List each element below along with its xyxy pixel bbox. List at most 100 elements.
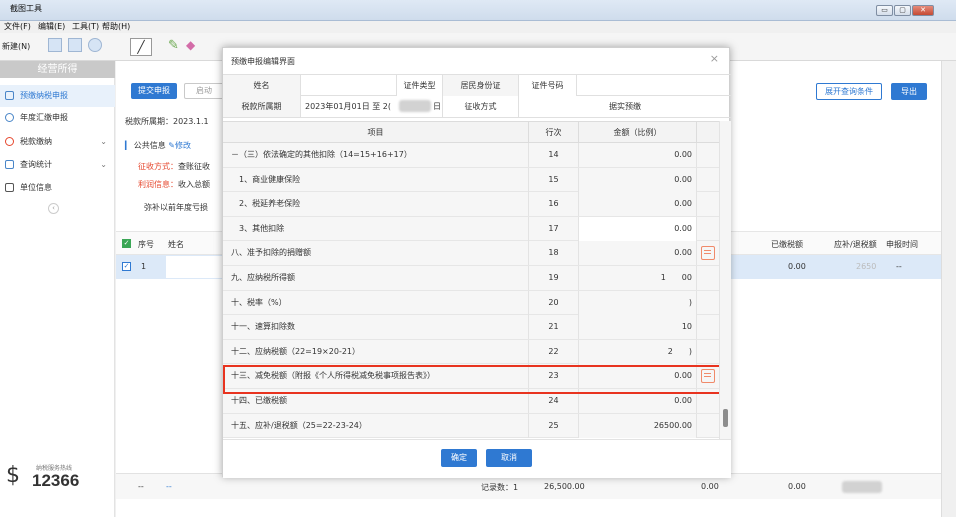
col-name: 姓名 [168, 240, 184, 249]
row-checkbox[interactable]: ✓ [122, 262, 131, 271]
info-row-1: 姓名 证件类型 居民身份证 证件号码 [223, 74, 731, 96]
maximize-button[interactable]: ▢ [894, 5, 911, 16]
table-row[interactable]: －（三）依法确定的其他扣除（14=15+16+17） 14 0.00 [223, 143, 719, 168]
submit-button[interactable]: 提交申报 [131, 83, 177, 99]
table-row[interactable]: 十一、速算扣除数 21 10 [223, 315, 719, 340]
save-icon[interactable] [48, 38, 62, 56]
hotline-number: 12366 [32, 471, 80, 490]
collapse-sidebar-button[interactable]: ‹ [48, 203, 59, 214]
sidebar-item-prepay[interactable]: 预缴纳税申报 [0, 85, 115, 107]
sidebar-item-annual[interactable]: 年度汇缴申报 [0, 107, 115, 129]
sidebar-header: 经营所得 [0, 61, 115, 78]
period-label: 税款所属期 [223, 96, 301, 117]
table-row[interactable]: 1、商业健康保险 15 0.00 [223, 167, 719, 193]
window-title: 截图工具 [10, 4, 42, 13]
table-row[interactable]: 八、准予扣除的捐赠额 18 0.00 [223, 241, 719, 266]
chevron-down-icon: ⌄ [100, 137, 107, 146]
select-all-checkbox[interactable]: ✓ [122, 239, 131, 248]
profit-info: 利润信息：收入总额 [138, 179, 210, 190]
foot-c2: -- [166, 482, 172, 491]
row-item: 1、商业健康保险 [223, 167, 529, 192]
row-action [697, 217, 719, 241]
sidebar-item-label: 单位信息 [20, 183, 52, 192]
scroll-thumb[interactable] [723, 409, 728, 427]
foot-zero1: 0.00 [701, 482, 719, 491]
menu-file[interactable]: 文件(F) [4, 21, 31, 32]
info-row-2: 税款所属期 2023年01月01日 至 2(日 征收方式 据实预缴 [223, 96, 731, 118]
row-action [697, 315, 719, 339]
dialog-title: 预缴申报编辑界面 [231, 57, 295, 66]
eraser-icon[interactable]: ◆ [186, 38, 195, 56]
name-value [301, 75, 397, 96]
row-amount: ) [579, 290, 697, 315]
ok-button[interactable]: 确定 [441, 449, 477, 467]
period-text: 税款所属期：2023.1.1 [125, 117, 209, 126]
main-scrollbar[interactable] [941, 61, 956, 517]
edit-report-icon[interactable] [701, 246, 715, 261]
sidebar-item-label: 税款缴纳 [20, 137, 52, 146]
edit-label: 修改 [174, 141, 191, 150]
menu-tools[interactable]: 工具(T) [72, 21, 99, 32]
sidebar: 经营所得 预缴纳税申报 年度汇缴申报 税款缴纳 ⌄ 查询统计 ⌄ 单位信息 ‹ $ … [0, 61, 115, 517]
minimize-button[interactable]: ▭ [876, 5, 893, 16]
sidebar-item-payment[interactable]: 税款缴纳 ⌄ [0, 131, 115, 153]
collect-prefix: 征收方式： [138, 162, 178, 171]
dialog-scrollbar[interactable] [719, 121, 731, 439]
stats-icon [5, 160, 14, 169]
row-time: -- [896, 262, 902, 271]
period-value: 2023年01月01日 至 2(日 [301, 96, 443, 117]
row-action [697, 192, 719, 216]
menu-help[interactable]: 帮助(H) [102, 21, 130, 32]
document-icon [5, 91, 14, 100]
row-due: 2650 [856, 262, 877, 271]
dialog-footer: 确定 取消 [223, 439, 731, 478]
building-icon [5, 183, 14, 192]
start-button[interactable]: 启动 [184, 83, 224, 99]
collect-method: 征收方式：查账征收 [138, 161, 210, 172]
row-item: 十二、应纳税额（22=19×20-21） [223, 339, 529, 364]
delay-icon[interactable] [88, 38, 102, 56]
highlight-box [223, 365, 726, 394]
menu-bar: 文件(F) 编辑(E) 工具(T) 帮助(H) [0, 21, 956, 32]
sidebar-item-label: 年度汇缴申报 [20, 113, 68, 122]
close-button[interactable]: ✕ [912, 5, 934, 16]
row-name-cell[interactable] [166, 256, 226, 278]
hotline: $ 纳税服务热线 12366 [6, 461, 106, 491]
row-item: 2、税延养老保险 [223, 192, 529, 217]
row-item: 3、其他扣除 [223, 216, 529, 241]
copy-icon[interactable] [68, 38, 82, 56]
profit-value: 收入总额 [178, 180, 210, 189]
table-row[interactable]: 2、税延养老保险 16 0.00 [223, 192, 719, 217]
row-amount[interactable]: 0.00 [579, 216, 697, 241]
public-info: ▎ 公共信息 ✎修改 [125, 141, 191, 150]
col-seq: 序号 [138, 240, 154, 249]
table-row[interactable]: 十、税率（%） 20) [223, 290, 719, 316]
hotline-logo-icon: $ [6, 463, 20, 488]
loss-text: 弥补以前年度亏损 [144, 203, 208, 212]
edit-link[interactable]: ✎修改 [168, 141, 191, 150]
highlighter-icon[interactable]: ✎ [168, 38, 179, 56]
row-line-no: 16 [529, 192, 579, 217]
table-row[interactable]: 十五、应补/退税额（25=22-23-24） 25 26500.00 [223, 413, 719, 439]
col-time: 申报时间 [886, 240, 918, 249]
new-button[interactable]: 新建(N) [2, 38, 44, 56]
sidebar-item-query[interactable]: 查询统计 ⌄ [0, 154, 115, 176]
new-label: 新建(N) [2, 42, 31, 51]
row-action [697, 414, 719, 438]
row-paid: 0.00 [788, 262, 806, 271]
pen-icon[interactable]: ╱ [130, 38, 152, 56]
table-row[interactable]: 3、其他扣除 17 0.00 [223, 216, 719, 242]
expand-query-button[interactable]: 展开查询条件 [816, 83, 882, 100]
row-line-no: 15 [529, 167, 579, 192]
payment-icon [5, 137, 14, 146]
export-button[interactable]: 导出 [891, 83, 927, 100]
row-line-no: 14 [529, 143, 579, 167]
cancel-button[interactable]: 取消 [486, 449, 532, 467]
close-icon[interactable]: × [710, 52, 719, 65]
menu-edit[interactable]: 编辑(E) [38, 21, 65, 32]
row-line-no: 20 [529, 290, 579, 315]
sidebar-item-unit[interactable]: 单位信息 [0, 177, 115, 199]
table-row[interactable]: 九、应纳税所得额 19 1 00 [223, 266, 719, 291]
table-row[interactable]: 十二、应纳税额（22=19×20-21） 22 2 ) [223, 339, 719, 365]
id-no-label: 证件号码 [519, 75, 577, 96]
